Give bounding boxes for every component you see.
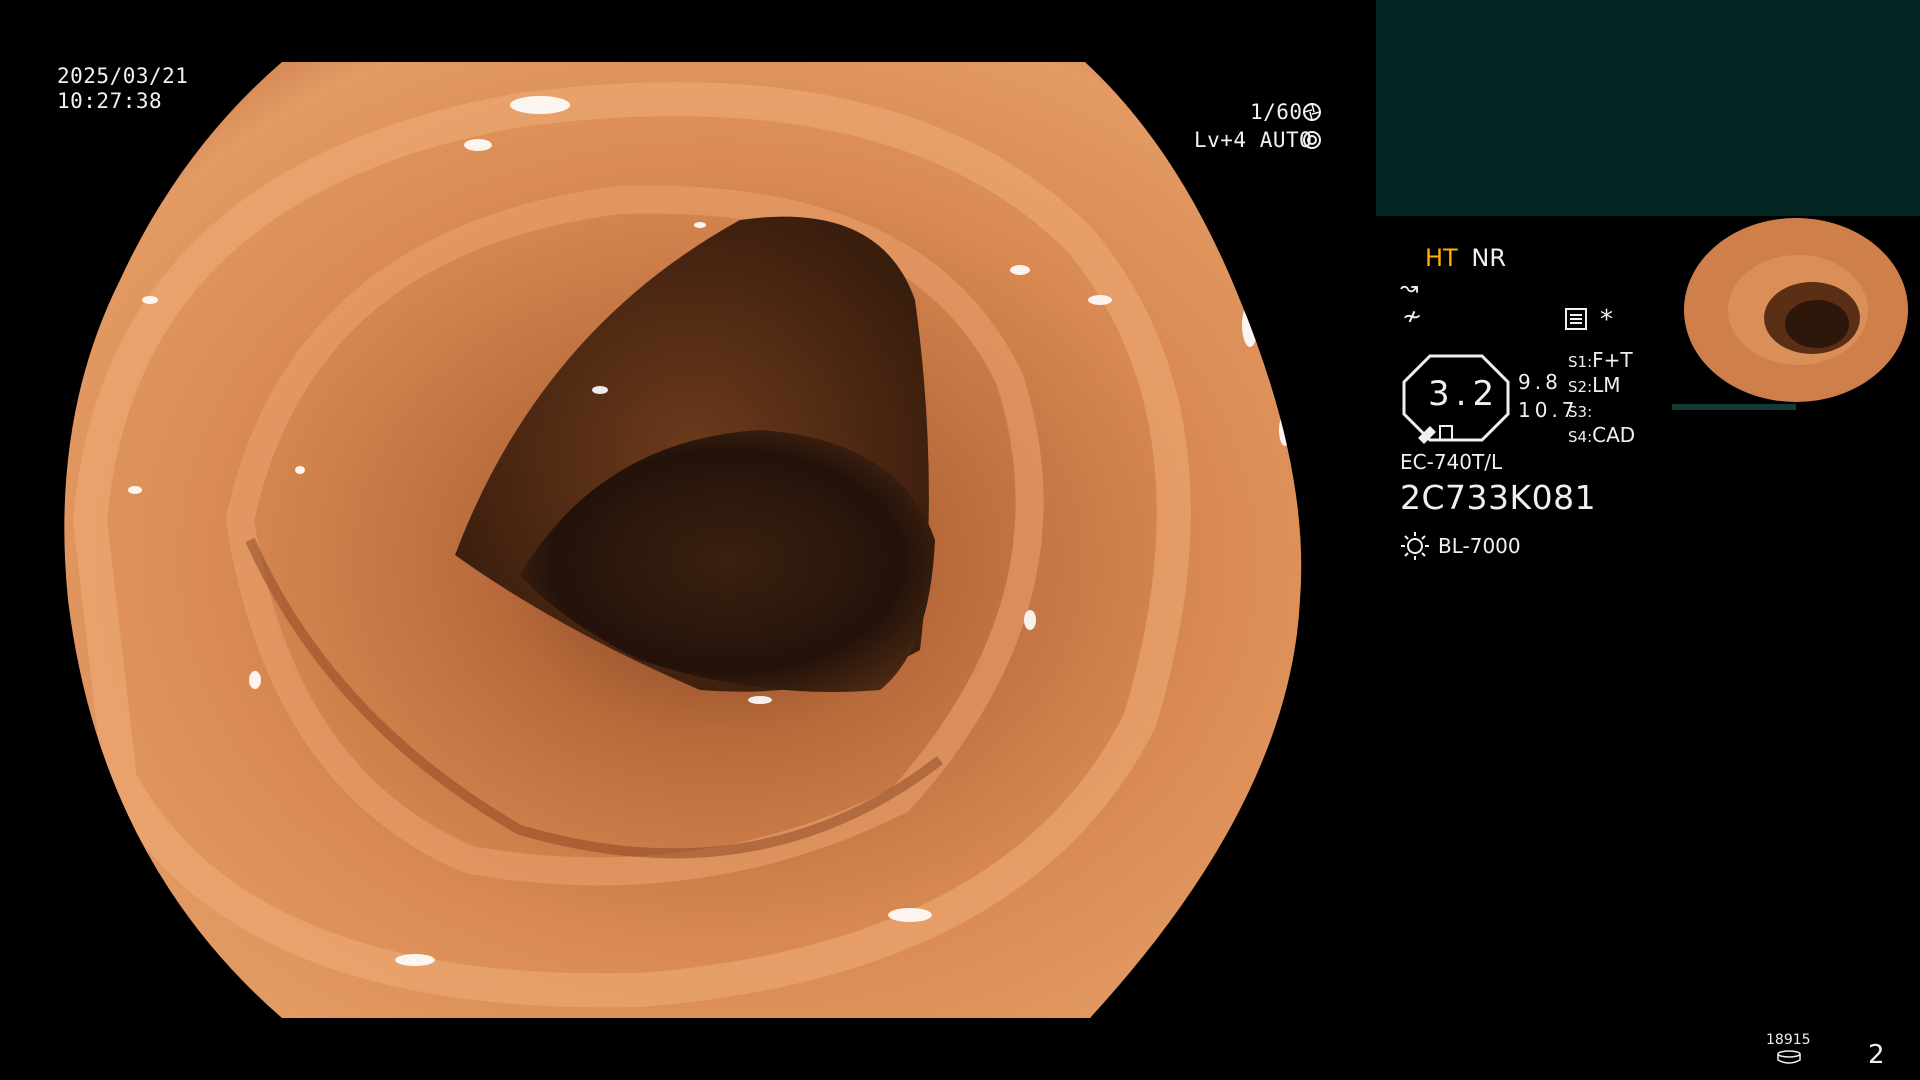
page-number: 2 <box>1868 1040 1885 1070</box>
value-top: 9.8 <box>1518 370 1562 394</box>
ht-nr-row: HT NR <box>1425 244 1506 272</box>
s1-row: S1:F+T <box>1568 348 1633 372</box>
s1-label: S1: <box>1568 353 1593 371</box>
tilde-icon: ↝ <box>1400 276 1419 301</box>
disk-icon <box>1777 1050 1801 1064</box>
s1-value: F+T <box>1592 348 1633 372</box>
level-readout: Lv+4 AUTO <box>1194 128 1312 153</box>
asterisk-icon: * <box>1600 305 1613 335</box>
s4-value: CAD <box>1592 423 1636 447</box>
s2-label: S2: <box>1568 378 1593 396</box>
s2-row: S2:LM <box>1568 373 1621 397</box>
scope-model: EC-740T/L <box>1400 450 1503 474</box>
fnot-icon: ≁ <box>1402 302 1423 330</box>
s3-row: S3: <box>1568 398 1592 422</box>
side-panel-top <box>1376 0 1920 216</box>
menu-icon <box>1565 308 1587 330</box>
s3-label: S3: <box>1568 403 1593 421</box>
thumbnail-view[interactable] <box>1672 216 1920 416</box>
s4-label: S4: <box>1568 428 1593 446</box>
shutter-label: 1/60 <box>1250 100 1303 124</box>
zoom-value: 3.2 <box>1428 374 1501 414</box>
s4-row: S4:CAD <box>1568 423 1635 447</box>
shutter-readout: 1/60 <box>1250 100 1303 125</box>
light-source-icon <box>1401 532 1429 560</box>
shutter-icon <box>1303 103 1321 121</box>
date-label: 2025/03/21 <box>57 64 189 88</box>
counter-label: 18915 <box>1766 1032 1811 1048</box>
scope-serial: 2C733K081 <box>1400 478 1597 517</box>
endoscope-view <box>64 62 1302 1018</box>
aperture-icon <box>1303 131 1321 149</box>
ht-indicator: HT <box>1425 244 1458 272</box>
level-label: Lv+4 AUTO <box>1194 128 1313 152</box>
light-source-label: BL-7000 <box>1438 534 1521 558</box>
s2-value: LM <box>1592 373 1621 397</box>
nr-indicator: NR <box>1471 244 1506 272</box>
time-label: 10:27:38 <box>57 89 163 113</box>
